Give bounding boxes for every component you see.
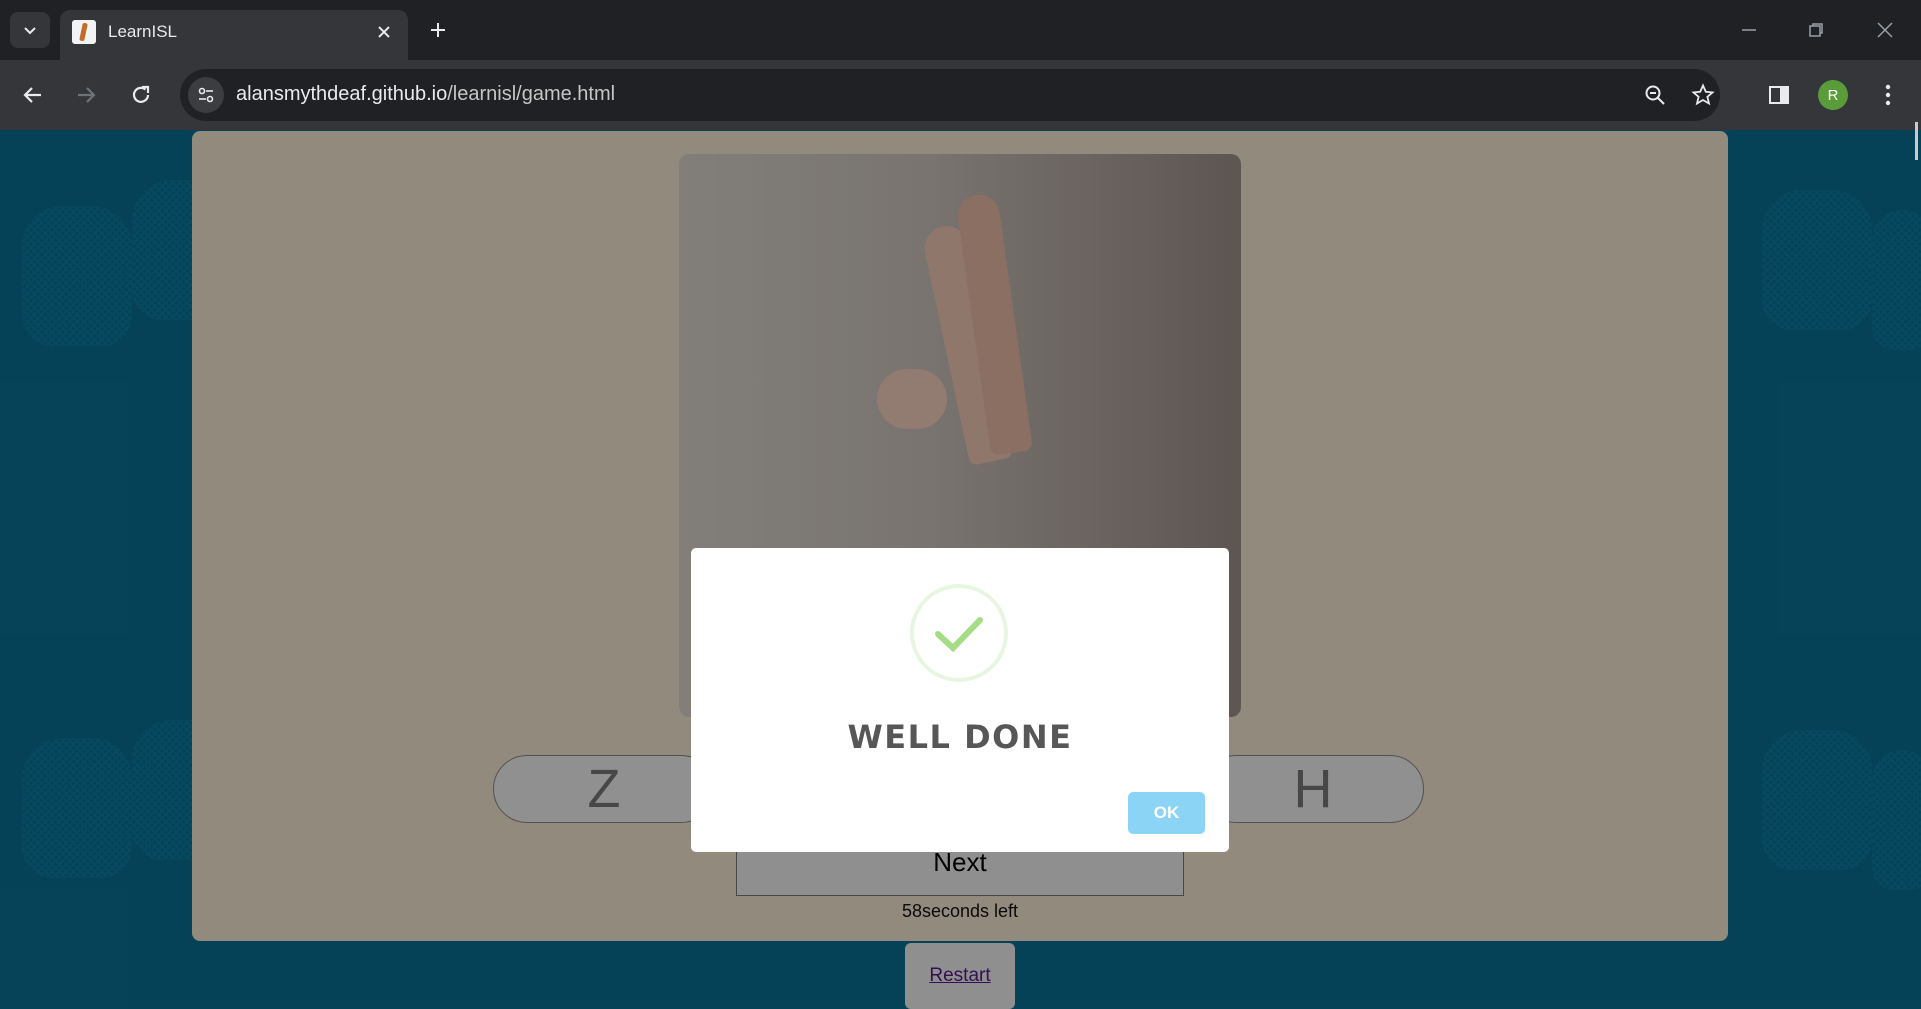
url-path: /learnisl/game.html: [447, 83, 616, 105]
scrollbar[interactable]: [1915, 122, 1918, 160]
modal-title: WELL DONE: [847, 718, 1073, 756]
url-text[interactable]: alansmythdeaf.github.io/learnisl/game.ht…: [236, 83, 615, 106]
tab-list-button[interactable]: [10, 12, 50, 48]
back-button[interactable]: [13, 75, 53, 115]
new-tab-button[interactable]: [420, 14, 456, 46]
plus-icon: [431, 23, 445, 37]
site-info-icon: [198, 87, 214, 103]
zoom-icon: [1645, 85, 1665, 105]
star-icon: [1691, 83, 1715, 106]
forward-button[interactable]: [66, 75, 106, 115]
minimize-icon: [1742, 29, 1756, 31]
reload-button[interactable]: [121, 75, 161, 115]
site-info-button[interactable]: [188, 77, 224, 113]
reload-icon: [132, 85, 150, 103]
side-panel-button[interactable]: [1759, 75, 1799, 115]
restore-icon: [1809, 23, 1823, 37]
success-modal: WELL DONE OK: [691, 548, 1229, 852]
tab-title: LearnISL: [108, 22, 177, 41]
forward-icon: [78, 87, 96, 103]
close-icon: [378, 26, 390, 38]
menu-icon: [1885, 84, 1891, 106]
close-icon: [1877, 22, 1893, 38]
zoom-button[interactable]: [1638, 78, 1672, 112]
browser-tab[interactable]: LearnISL: [60, 10, 408, 60]
restore-button[interactable]: [1791, 10, 1841, 50]
ok-button[interactable]: OK: [1128, 792, 1205, 834]
success-icon: [910, 584, 1008, 682]
chevron-down-icon: [24, 27, 36, 35]
browser-toolbar: alansmythdeaf.github.io/learnisl/game.ht…: [0, 60, 1921, 130]
profile-avatar[interactable]: R: [1818, 80, 1848, 110]
page-viewport: 2. what is the sign for this a image? Z …: [0, 130, 1921, 1009]
tab-strip: LearnISL: [0, 0, 1921, 60]
window-close-button[interactable]: [1860, 10, 1910, 50]
bookmark-button[interactable]: [1686, 78, 1720, 112]
menu-button[interactable]: [1868, 75, 1908, 115]
checkmark-icon: [935, 617, 983, 653]
minimize-button[interactable]: [1724, 10, 1774, 50]
tab-close-button[interactable]: [372, 20, 396, 44]
side-panel-icon: [1769, 86, 1789, 104]
favicon-icon: [72, 20, 96, 44]
back-icon: [23, 87, 41, 103]
address-bar[interactable]: alansmythdeaf.github.io/learnisl/game.ht…: [180, 69, 1720, 121]
url-domain: alansmythdeaf.github.io: [236, 83, 448, 105]
